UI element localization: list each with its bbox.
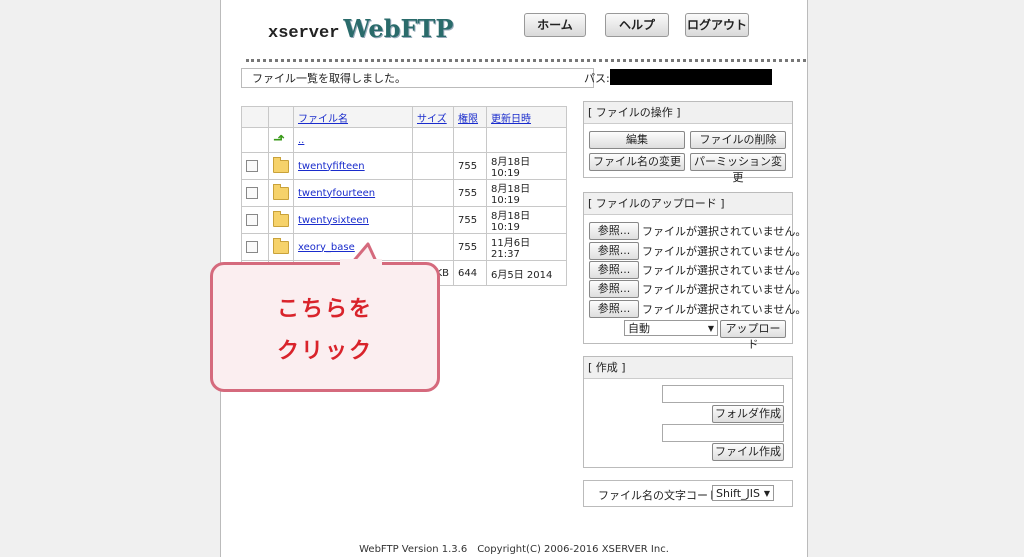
row-checkbox[interactable] [246,214,258,226]
file-date: 8月18日 10:19 [486,206,567,234]
home-button[interactable]: ホーム [524,13,586,37]
create-folder-button[interactable]: フォルダ作成 [712,405,784,423]
callout-line-1: こちらを [276,297,373,322]
file-name-link[interactable]: twentyfifteen [298,161,365,172]
sort-size-link[interactable]: サイズ [417,114,447,125]
encoding-value: Shift_JIS [716,487,760,500]
file-size [412,206,454,234]
file-size [412,152,454,180]
row-checkbox[interactable] [246,160,258,172]
delete-file-button[interactable]: ファイルの削除 [690,131,786,149]
file-name-input[interactable] [662,424,784,442]
browse-button[interactable]: 参照... [589,261,639,279]
panel-title: [ 作成 ] [584,357,792,379]
change-permission-button[interactable]: パーミッション変更 [690,153,786,184]
callout-bubble: こちらを クリック [210,262,440,392]
sort-name-link[interactable]: ファイル名 [298,114,348,125]
table-row: twentysixteen 755 8月18日 10:19 [241,206,567,234]
chevron-down-icon: ▼ [707,324,714,333]
table-row: xeory_base 755 11月6日 21:37 [241,233,567,261]
panel-title: [ ファイルのアップロード ] [584,193,792,215]
parent-folder-link[interactable]: .. [298,135,304,146]
sort-date-link[interactable]: 更新日時 [491,114,531,125]
browse-button[interactable]: 参照... [589,242,639,260]
file-permission: 644 [453,260,487,286]
folder-icon [273,183,289,200]
sort-permission-link[interactable]: 権限 [458,114,478,125]
browse-button[interactable]: 参照... [589,280,639,298]
file-name-link[interactable]: twentyfourteen [298,188,375,199]
upload-button[interactable]: アップロード [720,320,786,351]
file-operations-panel: [ ファイルの操作 ] 編集 ファイルの削除 ファイル名の変更 パーミッション変… [583,101,793,184]
header-divider [246,59,806,62]
no-file-text: ファイルが選択されていません。 [642,283,807,296]
panel-title: [ ファイルの操作 ] [584,102,792,124]
no-file-text: ファイルが選択されていません。 [642,225,807,238]
parent-folder-icon[interactable]: ⬏ [273,132,285,148]
row-checkbox[interactable] [246,187,258,199]
file-name-link[interactable]: twentysixteen [298,215,369,226]
footer-copyright: WebFTP Version 1.3.6 Copyright(C) 2006-2… [359,544,669,555]
logout-button[interactable]: ログアウト [685,13,749,37]
table-header-row: ファイル名 サイズ 権限 更新日時 [241,106,567,128]
table-row: twentyfourteen 755 8月18日 10:19 [241,179,567,207]
browse-button[interactable]: 参照... [589,222,639,240]
create-file-button[interactable]: ファイル作成 [712,443,784,461]
callout-tail-join [340,259,382,265]
upload-panel: [ ファイルのアップロード ] 参照... ファイルが選択されていません。 参照… [583,192,806,351]
file-permission: 755 [453,152,487,180]
file-permission: 755 [453,233,487,261]
edit-button[interactable]: 編集 [589,131,685,149]
no-file-text: ファイルが選択されていません。 [642,264,807,277]
file-permission: 755 [453,206,487,234]
logo: xserver WebFTP [268,14,453,43]
file-date: 8月18日 10:19 [486,152,567,180]
upload-mode-value: 自動 [628,322,650,335]
rename-file-button[interactable]: ファイル名の変更 [589,153,685,171]
logo-xserver: xserver [268,24,340,43]
encoding-select[interactable]: Shift_JIS ▼ [712,485,774,501]
encoding-label: ファイル名の文字コード: [598,489,723,502]
file-size [412,233,454,261]
encoding-panel: ファイル名の文字コード: Shift_JIS ▼ [583,480,793,507]
folder-icon [273,237,289,254]
file-size [412,179,454,207]
chevron-down-icon: ▼ [763,489,770,498]
file-table: ファイル名 サイズ 権限 更新日時 ⬏ .. twentyfifteen 755… [241,106,567,286]
file-date: 6月5日 2014 [486,260,567,286]
no-file-text: ファイルが選択されていません。 [642,303,807,316]
table-row-parent: ⬏ .. [241,127,567,153]
file-date: 8月18日 10:19 [486,179,567,207]
file-date: 11月6日 21:37 [486,233,567,261]
path-label: パス: [584,72,610,85]
browse-button[interactable]: 参照... [589,300,639,318]
folder-icon [273,210,289,227]
header-icon [268,106,294,128]
callout-line-2: クリック [276,339,373,364]
logo-webftp: WebFTP [343,14,454,43]
folder-icon [273,156,289,173]
path-value-redacted [610,69,772,85]
upload-mode-select[interactable]: 自動 ▼ [624,320,718,336]
header-check [241,106,269,128]
folder-name-input[interactable] [662,385,784,403]
status-message: ファイル一覧を取得しました。 [241,68,594,88]
table-row: twentyfifteen 755 8月18日 10:19 [241,152,567,180]
no-file-text: ファイルが選択されていません。 [642,245,807,258]
row-checkbox[interactable] [246,241,258,253]
create-panel: [ 作成 ] フォルダ作成 ファイル作成 [583,356,793,468]
file-permission: 755 [453,179,487,207]
help-button[interactable]: ヘルプ [605,13,669,37]
